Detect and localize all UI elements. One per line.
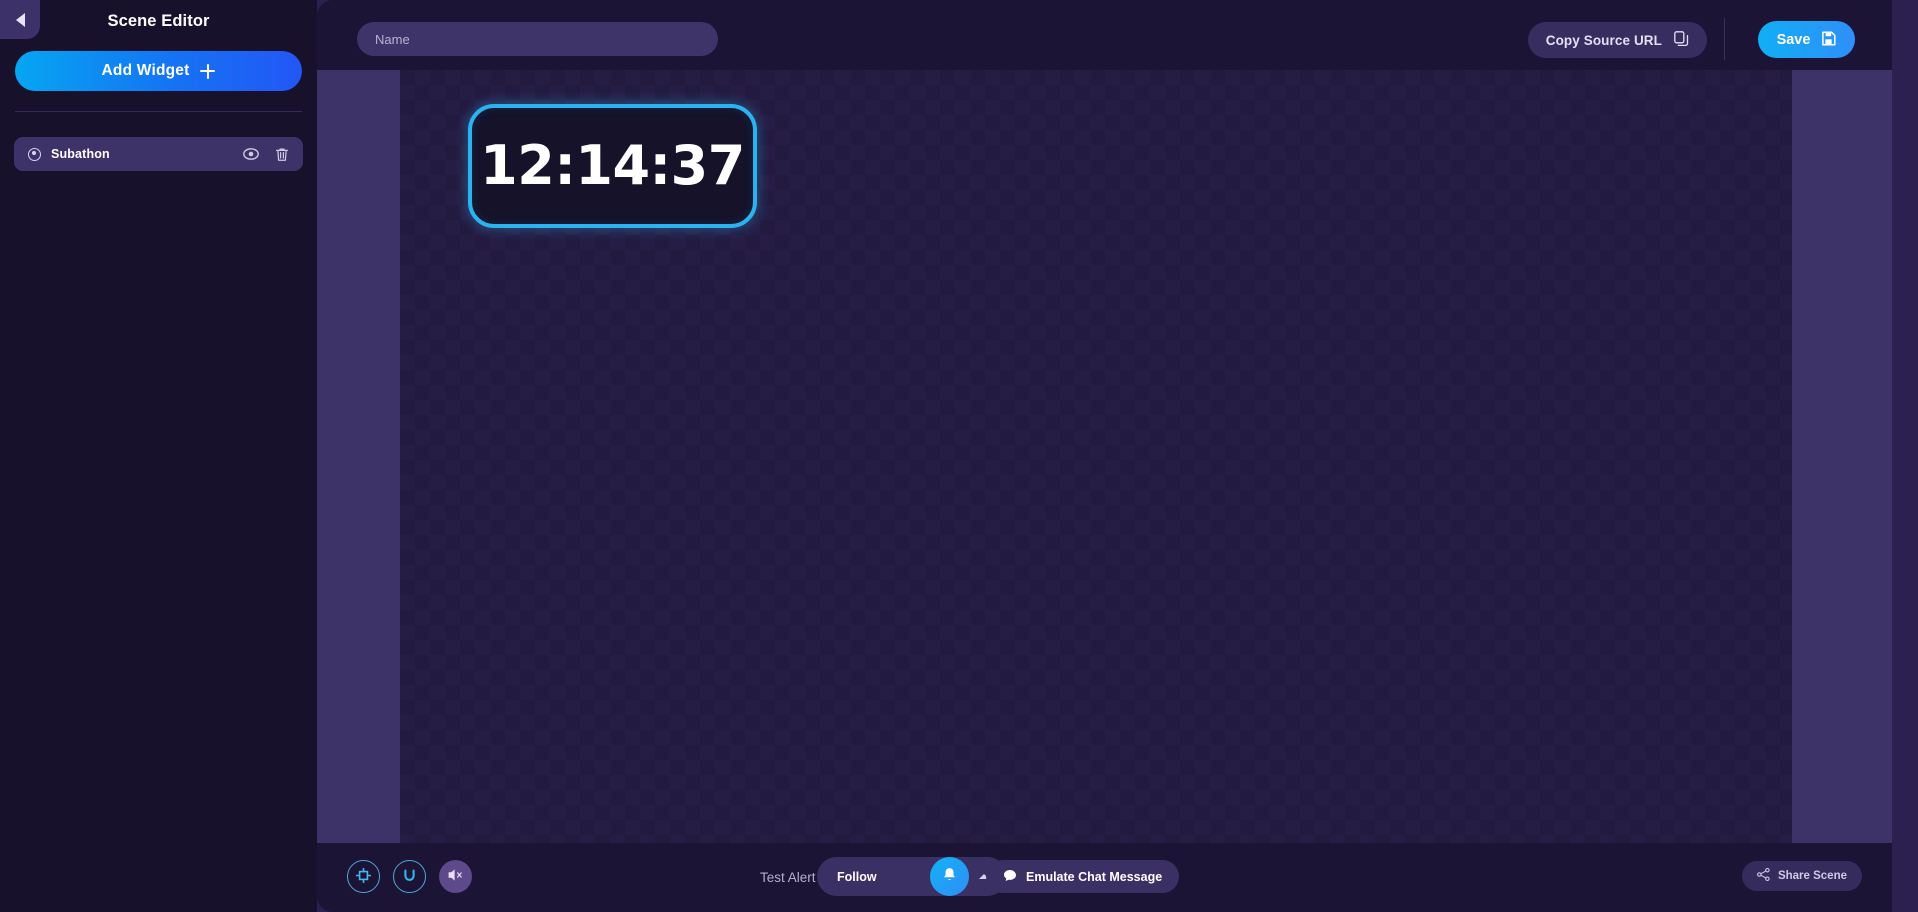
trash-icon[interactable] [274,146,290,162]
emulate-chat-message-button[interactable]: Emulate Chat Message [986,860,1180,893]
add-widget-label: Add Widget [101,62,190,79]
save-button[interactable]: Save [1758,21,1855,58]
editor-topbar: Copy Source URL Save [317,0,1892,72]
sidebar-divider [15,111,302,112]
layer-item-subathon[interactable]: Subathon [14,137,303,171]
save-label: Save [1776,31,1811,48]
topbar-separator [1724,18,1725,60]
mute-button[interactable] [439,860,472,893]
trigger-alert-button[interactable] [930,857,969,896]
sidebar: Scene Editor Add Widget Subathon [0,0,317,912]
test-alert-label: Test Alert [760,870,816,885]
target-icon [28,147,41,161]
copy-source-url-label: Copy Source URL [1545,32,1662,48]
scene-editor-app: Scene Editor Add Widget Subathon Name Co… [0,0,1918,912]
plus-icon [200,63,216,79]
canvas-stage[interactable]: 12:14:37 [317,70,1892,843]
layer-item-label: Subathon [51,147,110,161]
speaker-muted-icon [447,868,464,885]
emulate-chat-label: Emulate Chat Message [1026,869,1163,884]
floppy-disk-icon [1821,30,1836,49]
share-scene-label: Share Scene [1777,870,1847,882]
share-scene-button[interactable]: Share Scene [1741,861,1862,891]
copy-source-url-button[interactable]: Copy Source URL [1527,22,1707,58]
subathon-timer-widget[interactable]: 12:14:37 [468,104,757,228]
reset-button[interactable] [393,860,426,893]
scene-name-input[interactable] [357,22,718,56]
layer-row-actions [243,146,290,162]
share-network-icon [1757,867,1770,884]
editor-panel: Copy Source URL Save [317,0,1892,912]
eye-icon[interactable] [243,146,259,162]
undo-u-icon [402,868,417,886]
bell-icon [942,867,957,886]
alert-type-value: Follow [837,869,877,884]
chat-bubble-icon [1003,869,1017,885]
timer-value: 12:14:37 [480,134,745,197]
scene-canvas[interactable]: 12:14:37 [400,70,1792,843]
page-title: Scene Editor [107,12,210,30]
add-widget-button[interactable]: Add Widget [15,51,302,91]
fit-frame-button[interactable] [347,860,380,893]
alert-type-select[interactable]: Follow [817,857,1007,896]
crop-frame-icon [355,867,372,886]
copy-icon [1674,30,1689,50]
editor-bottombar: Test Alert Follow Emulate Chat Message S… [317,843,1892,912]
